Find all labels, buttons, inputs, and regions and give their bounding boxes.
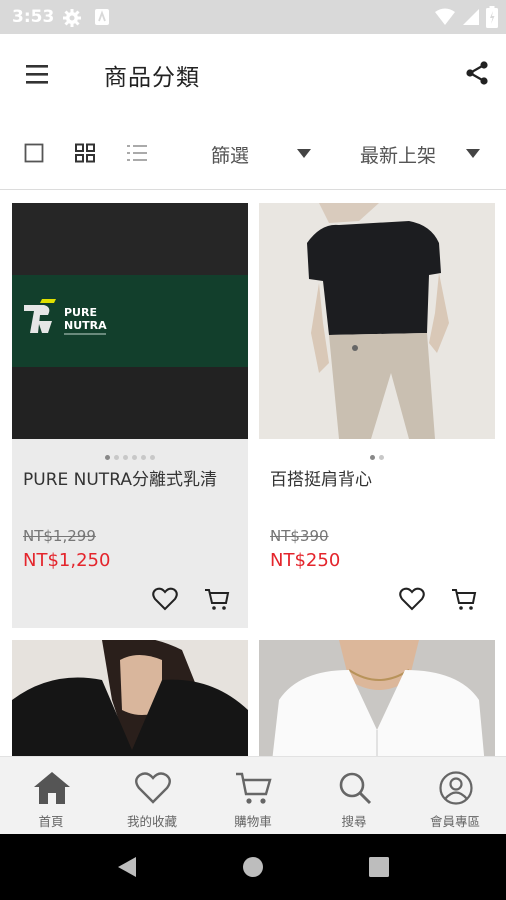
product-image[interactable] xyxy=(12,640,248,756)
nav-label: 會員專區 xyxy=(429,814,480,829)
recents-icon[interactable] xyxy=(369,857,389,881)
nav-label: 購物車 xyxy=(234,814,272,829)
wifi-icon xyxy=(434,8,456,30)
nav-favorites[interactable]: 我的收藏 xyxy=(102,757,202,835)
product-name[interactable]: 百搭挺肩背心 xyxy=(270,465,372,490)
select-all-checkbox[interactable] xyxy=(24,143,44,167)
image-carousel-dots xyxy=(12,445,248,460)
nav-label: 搜尋 xyxy=(341,814,367,829)
nav-label: 首頁 xyxy=(38,814,64,829)
favorite-heart-icon[interactable] xyxy=(152,587,178,615)
search-icon xyxy=(339,772,372,805)
product-original-price: NT$1,299 xyxy=(23,527,96,545)
product-card[interactable] xyxy=(259,640,495,756)
sort-caret-icon[interactable] xyxy=(466,149,480,158)
signal-icon xyxy=(462,8,480,30)
app-status-icon xyxy=(94,8,110,30)
favorite-heart-icon[interactable] xyxy=(399,587,425,615)
settings-status-icon xyxy=(62,8,82,32)
add-to-cart-icon[interactable] xyxy=(451,587,477,615)
product-image[interactable]: PURE NUTRA xyxy=(12,203,248,439)
back-icon[interactable] xyxy=(116,855,138,883)
product-card[interactable]: 百搭挺肩背心 NT$390 NT$250 xyxy=(259,203,495,628)
user-icon xyxy=(439,771,473,805)
menu-icon[interactable] xyxy=(24,62,52,86)
filter-caret-icon[interactable] xyxy=(297,149,311,158)
product-image[interactable] xyxy=(259,203,495,439)
status-bar: 3:53 xyxy=(0,0,506,34)
product-image[interactable] xyxy=(259,640,495,756)
nav-search[interactable]: 搜尋 xyxy=(304,757,404,835)
product-price: NT$1,250 xyxy=(23,550,111,571)
add-to-cart-icon[interactable] xyxy=(204,587,230,615)
home-icon xyxy=(34,772,70,804)
battery-icon xyxy=(486,6,498,32)
system-nav-bar xyxy=(0,834,506,900)
heart-icon xyxy=(135,772,171,804)
home-button-icon[interactable] xyxy=(242,856,264,882)
status-time: 3:53 xyxy=(12,7,55,27)
product-image-brand-line2: NUTRA xyxy=(64,319,107,332)
page-title: 商品分類 xyxy=(104,65,200,91)
nav-cart[interactable]: 購物車 xyxy=(203,757,303,835)
product-image-brand-line1: PURE xyxy=(64,306,97,319)
grid-view-icon[interactable] xyxy=(74,143,96,167)
sort-dropdown[interactable]: 最新上架 xyxy=(360,141,436,168)
nav-label: 我的收藏 xyxy=(126,814,177,829)
nav-home[interactable]: 首頁 xyxy=(1,757,101,835)
share-icon[interactable] xyxy=(462,58,492,88)
image-carousel-dots xyxy=(259,445,495,460)
product-name[interactable]: PURE NUTRA分離式乳清 xyxy=(23,465,217,490)
product-card[interactable] xyxy=(12,640,248,756)
product-original-price: NT$390 xyxy=(270,527,329,545)
product-price: NT$250 xyxy=(270,550,341,571)
app-bar: 商品分類 xyxy=(0,34,506,116)
cart-icon xyxy=(236,772,272,804)
product-card[interactable]: PURE NUTRA PURE NUTRA分離式乳清 NT$1,299 NT$1… xyxy=(12,203,248,628)
nav-member[interactable]: 會員專區 xyxy=(405,757,505,835)
bottom-nav: 首頁 我的收藏 購物車 搜尋 會員專區 xyxy=(0,756,506,834)
filter-dropdown[interactable]: 篩選 xyxy=(211,141,249,168)
list-view-icon[interactable] xyxy=(126,143,148,167)
toolbar: 篩選 最新上架 xyxy=(0,116,506,190)
